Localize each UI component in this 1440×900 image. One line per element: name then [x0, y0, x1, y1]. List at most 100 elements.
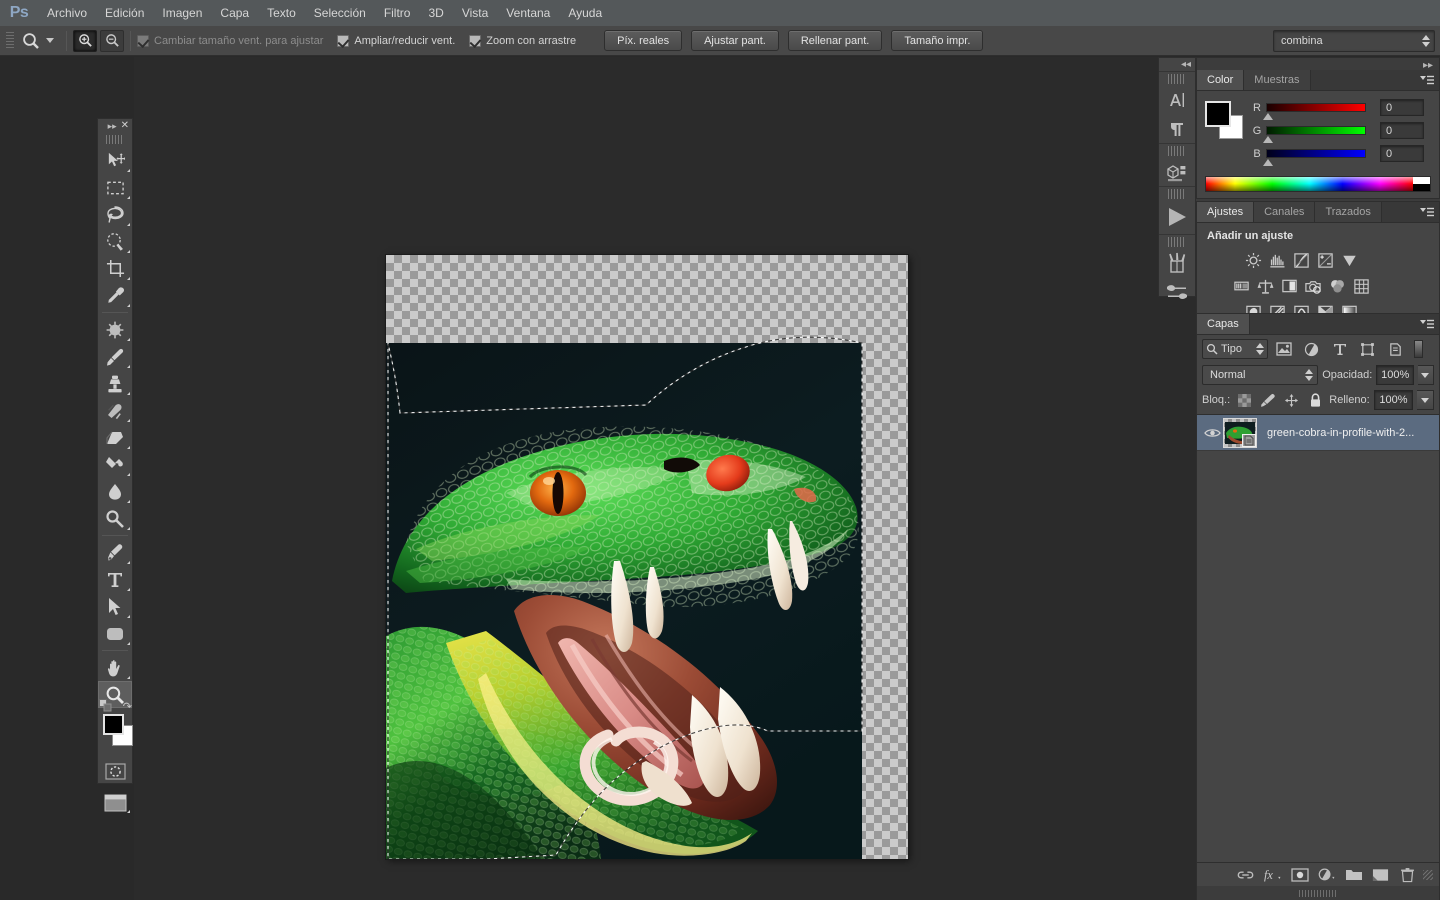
channel-b-value[interactable]: 0 — [1380, 145, 1424, 162]
menu-imagen[interactable]: Imagen — [153, 0, 211, 26]
checkbox-resize-window[interactable]: Cambiar tamaño vent. para ajustar — [137, 34, 323, 47]
opacity-value[interactable]: 100% — [1376, 365, 1414, 385]
print-size-button[interactable]: Tamaño impr. — [891, 30, 984, 51]
layers-panel-menu-icon[interactable] — [1420, 319, 1434, 330]
history-brush-tool[interactable] — [98, 397, 132, 424]
tab-ajustes[interactable]: Ajustes — [1197, 202, 1255, 222]
lock-all-icon[interactable] — [1305, 391, 1325, 409]
channel-g-value[interactable]: 0 — [1380, 122, 1424, 139]
channel-r-slider[interactable] — [1263, 103, 1366, 120]
channel-mixer-icon[interactable] — [1325, 273, 1349, 299]
levels-icon[interactable] — [1265, 247, 1289, 273]
menu-ayuda[interactable]: Ayuda — [559, 0, 611, 26]
fill-value[interactable]: 100% — [1373, 390, 1414, 410]
canvas-stage[interactable] — [134, 57, 1196, 900]
blur-tool[interactable] — [98, 478, 132, 505]
lock-position-icon[interactable] — [1282, 391, 1302, 409]
move-tool[interactable] — [98, 147, 132, 174]
spectrum-black-white[interactable] — [1413, 177, 1430, 191]
timeline-panel-icon[interactable] — [1159, 200, 1195, 234]
brush-tool[interactable] — [98, 343, 132, 370]
checkbox-scrubby-zoom[interactable]: Zoom con arrastre — [469, 34, 576, 47]
channel-r-thumb-icon[interactable] — [1263, 113, 1273, 120]
character-panel-icon[interactable] — [1159, 85, 1195, 114]
fill-screen-button[interactable]: Rellenar pant. — [787, 30, 883, 51]
tab-color[interactable]: Color — [1197, 70, 1245, 90]
color-lookup-icon[interactable] — [1349, 273, 1373, 299]
workspace-selector-spinner-icon[interactable] — [1422, 35, 1430, 47]
zoom-all-windows-checkbox-icon[interactable] — [337, 34, 350, 47]
adjustments-panel-menu-icon[interactable] — [1420, 207, 1434, 218]
filter-shape-icon[interactable] — [1355, 339, 1380, 359]
layer-row[interactable]: green-cobra-in-profile-with-2... — [1197, 415, 1439, 451]
tools-panel-grip[interactable] — [106, 135, 124, 144]
fill-chevron-down-icon[interactable] — [1417, 390, 1435, 410]
dock-group-grip[interactable] — [1168, 189, 1186, 199]
layer-mask-button[interactable] — [1288, 864, 1311, 886]
brightness-contrast-icon[interactable] — [1241, 247, 1265, 273]
active-tool-icon[interactable] — [18, 30, 44, 52]
menu-3d[interactable]: 3D — [419, 0, 452, 26]
menu-archivo[interactable]: Archivo — [38, 0, 96, 26]
photo-filter-icon[interactable] — [1301, 273, 1325, 299]
color-balance-icon[interactable] — [1253, 273, 1277, 299]
paragraph-panel-icon[interactable] — [1159, 114, 1195, 143]
eyedropper-tool[interactable] — [98, 282, 132, 309]
swap-colors-icon[interactable]: ↷ — [123, 700, 132, 713]
resize-window-checkbox-icon[interactable] — [137, 34, 149, 47]
dock-group-grip[interactable] — [1168, 237, 1186, 247]
new-group-button[interactable] — [1342, 864, 1365, 886]
color-spectrum-ramp[interactable] — [1205, 176, 1431, 192]
spot-healing-tool[interactable] — [98, 316, 132, 343]
gradient-tool[interactable] — [98, 451, 132, 478]
pen-tool[interactable] — [98, 539, 132, 566]
delete-layer-button[interactable] — [1396, 864, 1419, 886]
fit-screen-button[interactable]: Ajustar pant. — [691, 30, 779, 51]
menu-edicion[interactable]: Edición — [96, 0, 153, 26]
menu-capa[interactable]: Capa — [211, 0, 258, 26]
filter-smart-object-icon[interactable] — [1383, 339, 1408, 359]
rectangle-shape-tool[interactable] — [98, 620, 132, 647]
crop-tool[interactable] — [98, 255, 132, 282]
rectangular-marquee-tool[interactable] — [98, 174, 132, 201]
panel-resize-grip[interactable] — [1423, 869, 1433, 880]
tab-trazados[interactable]: Trazados — [1315, 202, 1382, 222]
workspace-selector[interactable]: combina — [1273, 30, 1435, 52]
layer-filter-type-combo[interactable]: Tipo — [1202, 339, 1268, 359]
tab-muestras[interactable]: Muestras — [1244, 70, 1311, 90]
default-colors-icon[interactable] — [99, 699, 112, 712]
color-panel-foreground-swatch[interactable] — [1205, 101, 1231, 127]
lock-transparency-icon[interactable] — [1234, 391, 1254, 409]
zoom-in-button[interactable] — [73, 29, 97, 52]
hue-saturation-icon[interactable] — [1229, 273, 1253, 299]
hand-tool[interactable] — [98, 654, 132, 681]
lasso-tool[interactable] — [98, 201, 132, 228]
filter-type-icon[interactable] — [1327, 339, 1352, 359]
exposure-icon[interactable] — [1313, 247, 1337, 273]
screen-mode-button[interactable] — [98, 791, 132, 815]
dock-group-grip[interactable] — [1168, 74, 1186, 84]
tool-presets-icon[interactable] — [1159, 277, 1195, 306]
channel-g-thumb-icon[interactable] — [1263, 136, 1273, 143]
scrubby-zoom-checkbox-icon[interactable] — [469, 34, 482, 47]
eraser-tool[interactable] — [98, 424, 132, 451]
spectrum-hues[interactable] — [1206, 177, 1413, 191]
clone-stamp-tool[interactable] — [98, 370, 132, 397]
channel-b-thumb-icon[interactable] — [1263, 159, 1273, 166]
panel-drag-grip[interactable] — [1299, 889, 1337, 897]
tab-canales[interactable]: Canales — [1254, 202, 1316, 222]
lock-image-icon[interactable] — [1258, 391, 1278, 409]
zoom-out-button[interactable] — [100, 29, 124, 52]
quick-mask-button[interactable] — [98, 758, 132, 785]
vibrance-icon[interactable] — [1337, 247, 1361, 273]
close-icon[interactable]: ✕ — [121, 121, 129, 131]
adjustment-layer-button[interactable] — [1315, 864, 1338, 886]
layer-style-button[interactable]: fx — [1261, 864, 1284, 886]
checkbox-zoom-all-windows[interactable]: Ampliar/reducir vent. — [337, 34, 455, 47]
channel-r-value[interactable]: 0 — [1380, 99, 1424, 116]
tab-capas[interactable]: Capas — [1197, 314, 1250, 334]
menu-filtro[interactable]: Filtro — [375, 0, 420, 26]
foreground-color-swatch[interactable] — [103, 714, 124, 735]
layer-visibility-eye-icon[interactable] — [1201, 427, 1223, 439]
channel-b-slider[interactable] — [1263, 149, 1366, 166]
